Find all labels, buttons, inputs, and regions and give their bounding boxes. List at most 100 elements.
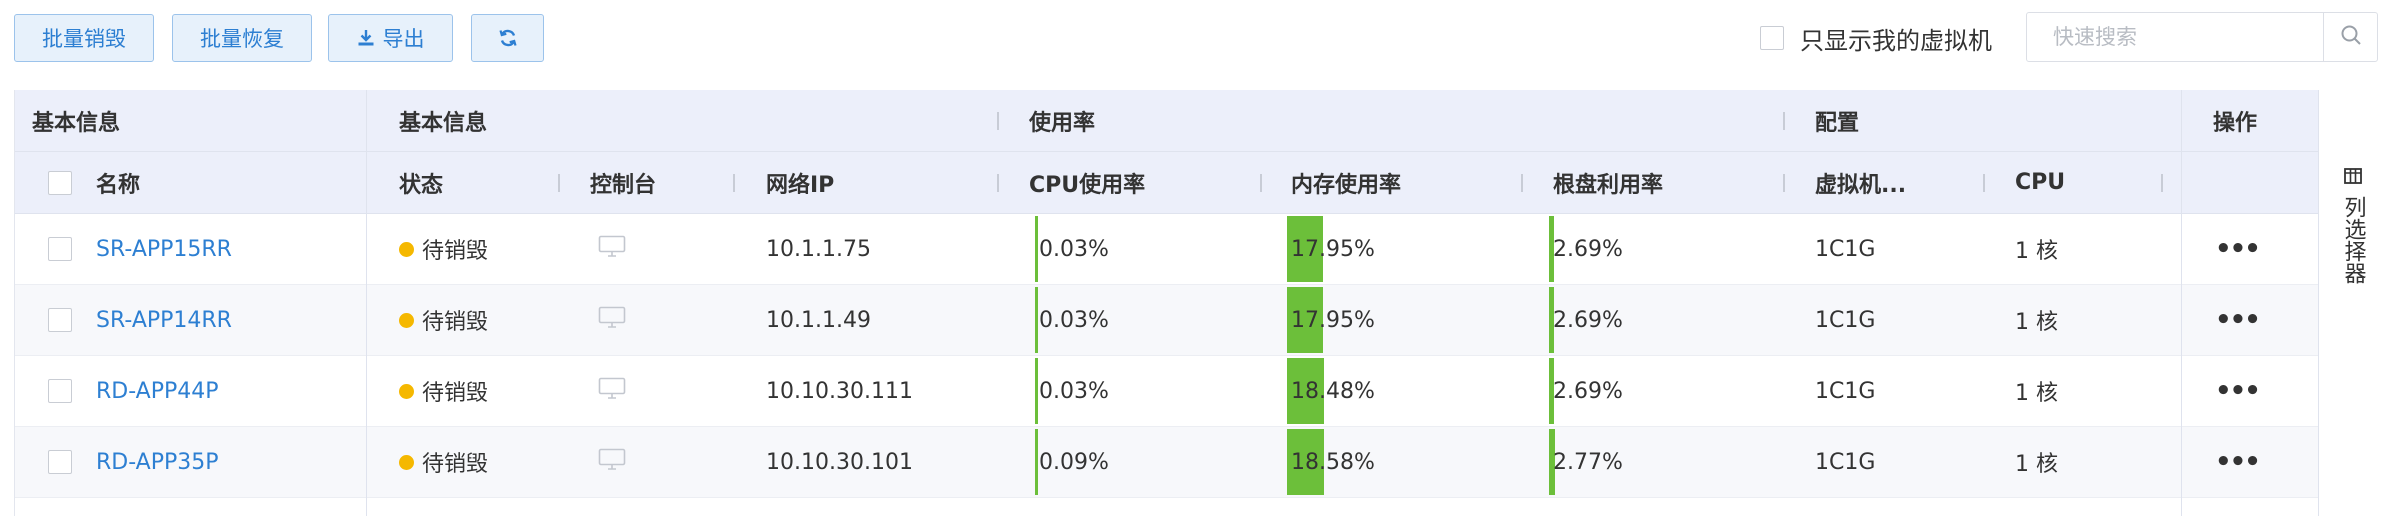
column-divider bbox=[366, 498, 367, 516]
search-input[interactable] bbox=[2027, 13, 2323, 61]
more-actions-icon[interactable]: ••• bbox=[2215, 356, 2261, 426]
more-actions-icon[interactable]: ••• bbox=[2215, 214, 2261, 284]
column-resize-handle[interactable] bbox=[1983, 174, 1985, 192]
select-all-checkbox[interactable] bbox=[48, 170, 72, 195]
refresh-button[interactable] bbox=[471, 14, 544, 62]
column-resize-handle[interactable] bbox=[1783, 174, 1785, 192]
column-chooser[interactable]: 列选择器 bbox=[2318, 90, 2386, 516]
group-header-config: 配置 bbox=[1815, 110, 1860, 136]
row-checkbox-cell bbox=[48, 356, 72, 426]
vm-spec-cell: 1C1G bbox=[1815, 236, 1876, 262]
group-header-basic-info-1: 基本信息 bbox=[32, 110, 121, 136]
cpu-cell: 1 核 bbox=[2015, 381, 2058, 406]
console-cell bbox=[598, 356, 626, 426]
column-resize-handle[interactable] bbox=[1783, 112, 1785, 130]
disk-usage-cell: 2.69% bbox=[1549, 285, 1753, 355]
status-text: 待销毁 bbox=[422, 310, 489, 335]
export-button[interactable]: 导出 bbox=[328, 14, 453, 62]
batch-restore-label: 批量恢复 bbox=[200, 27, 284, 51]
column-divider bbox=[366, 152, 367, 214]
only-mine-checkbox[interactable] bbox=[1760, 26, 1784, 50]
column-header-disk-usage[interactable]: 根盘利用率 bbox=[1553, 152, 1663, 213]
column-header-ip[interactable]: 网络IP bbox=[766, 152, 834, 213]
column-divider bbox=[366, 427, 367, 498]
column-resize-handle[interactable] bbox=[1260, 174, 1262, 192]
column-header-console[interactable]: 控制台 bbox=[590, 152, 656, 213]
row-checkbox[interactable] bbox=[48, 450, 72, 474]
row-checkbox[interactable] bbox=[48, 379, 72, 403]
more-actions-icon[interactable]: ••• bbox=[2215, 427, 2261, 497]
disk-usage-value: 2.69% bbox=[1553, 378, 1623, 404]
ip-cell: 10.10.30.101 bbox=[766, 449, 913, 475]
row-checkbox-cell bbox=[48, 427, 72, 497]
column-header-cpu[interactable]: CPU bbox=[2015, 152, 2065, 213]
only-mine-filter[interactable]: 只显示我的虚拟机 bbox=[1760, 22, 1992, 55]
mem-usage-cell: 18.48% bbox=[1287, 356, 1491, 426]
status-text: 待销毁 bbox=[422, 452, 489, 477]
vm-name-link[interactable]: SR-APP14RR bbox=[96, 285, 232, 355]
row-checkbox-cell bbox=[48, 214, 72, 284]
column-resize-handle[interactable] bbox=[997, 112, 999, 130]
more-actions-icon[interactable]: ••• bbox=[2215, 285, 2261, 355]
column-resize-handle[interactable] bbox=[2161, 174, 2163, 192]
column-divider bbox=[2181, 214, 2182, 285]
cpu-cell: 1 核 bbox=[2015, 310, 2058, 335]
search-button[interactable] bbox=[2323, 13, 2377, 61]
monitor-icon[interactable] bbox=[598, 235, 626, 263]
disk-usage-cell: 2.69% bbox=[1549, 356, 1753, 426]
cpu-usage-value: 0.03% bbox=[1039, 378, 1109, 404]
status-text: 待销毁 bbox=[422, 239, 489, 264]
vm-table: 基本信息 基本信息 使用率 配置 操作 名称 状态 控制台 网络IP CPU使用… bbox=[14, 90, 2319, 516]
column-divider bbox=[366, 285, 367, 356]
vm-name-link[interactable]: SR-APP15RR bbox=[96, 214, 232, 284]
status-cell: 待销毁 bbox=[399, 356, 488, 426]
cpu-cell: 1 核 bbox=[2015, 452, 2058, 477]
cpu-cell: 1 核 bbox=[2015, 239, 2058, 264]
column-resize-handle[interactable] bbox=[1521, 174, 1523, 192]
column-header-cpu-usage[interactable]: CPU使用率 bbox=[1029, 152, 1145, 213]
row-checkbox[interactable] bbox=[48, 308, 72, 332]
column-resize-handle[interactable] bbox=[733, 174, 735, 192]
status-dot bbox=[399, 312, 414, 328]
table-row[interactable]: SR-APP15RR 待销毁 10.1.1.75 0.03% 17.95% 2.… bbox=[15, 214, 2319, 285]
column-divider bbox=[2181, 285, 2182, 356]
status-cell: 待销毁 bbox=[399, 214, 488, 284]
status-dot bbox=[399, 454, 414, 470]
column-header-mem-usage[interactable]: 内存使用率 bbox=[1291, 152, 1401, 213]
toolbar: 批量销毁 批量恢复 导出 只显示我的虚拟机 bbox=[0, 0, 2386, 88]
disk-usage-value: 2.69% bbox=[1553, 236, 1623, 262]
row-checkbox[interactable] bbox=[48, 237, 72, 261]
monitor-icon[interactable] bbox=[598, 377, 626, 405]
monitor-icon[interactable] bbox=[598, 448, 626, 476]
column-header-name[interactable]: 名称 bbox=[96, 152, 140, 213]
search-icon bbox=[2340, 24, 2362, 50]
ip-cell: 10.1.1.75 bbox=[766, 236, 871, 262]
console-cell bbox=[598, 285, 626, 355]
vm-name-link[interactable]: RD-APP35P bbox=[96, 427, 219, 497]
export-label: 导出 bbox=[382, 27, 425, 51]
column-resize-handle[interactable] bbox=[558, 174, 560, 192]
batch-destroy-button[interactable]: 批量销毁 bbox=[14, 14, 154, 62]
monitor-icon[interactable] bbox=[598, 306, 626, 334]
status-cell: 待销毁 bbox=[399, 427, 488, 497]
column-divider bbox=[366, 356, 367, 427]
status-text: 待销毁 bbox=[422, 381, 489, 406]
column-header-vm-spec[interactable]: 虚拟机... bbox=[1815, 152, 1906, 213]
table-row[interactable]: RD-APP35P 待销毁 10.10.30.101 0.09% 18.58% … bbox=[15, 427, 2319, 498]
console-cell bbox=[598, 214, 626, 284]
cpu-usage-bar bbox=[1035, 358, 1038, 424]
mem-usage-value: 17.95% bbox=[1291, 236, 1375, 262]
batch-restore-button[interactable]: 批量恢复 bbox=[172, 14, 312, 62]
vm-name-link[interactable]: RD-APP44P bbox=[96, 356, 219, 426]
status-dot bbox=[399, 383, 414, 399]
cpu-usage-value: 0.03% bbox=[1039, 236, 1109, 262]
disk-usage-cell: 2.69% bbox=[1549, 214, 1753, 284]
mem-usage-cell: 17.95% bbox=[1287, 214, 1491, 284]
table-row[interactable]: RD-APP44P 待销毁 10.10.30.111 0.03% 18.48% … bbox=[15, 356, 2319, 427]
mem-usage-cell: 17.95% bbox=[1287, 285, 1491, 355]
column-resize-handle[interactable] bbox=[997, 174, 999, 192]
batch-destroy-label: 批量销毁 bbox=[42, 27, 126, 51]
column-header-status[interactable]: 状态 bbox=[399, 152, 443, 213]
table-row[interactable]: SR-APP14RR 待销毁 10.1.1.49 0.03% 17.95% 2.… bbox=[15, 285, 2319, 356]
cpu-usage-bar bbox=[1035, 287, 1038, 353]
